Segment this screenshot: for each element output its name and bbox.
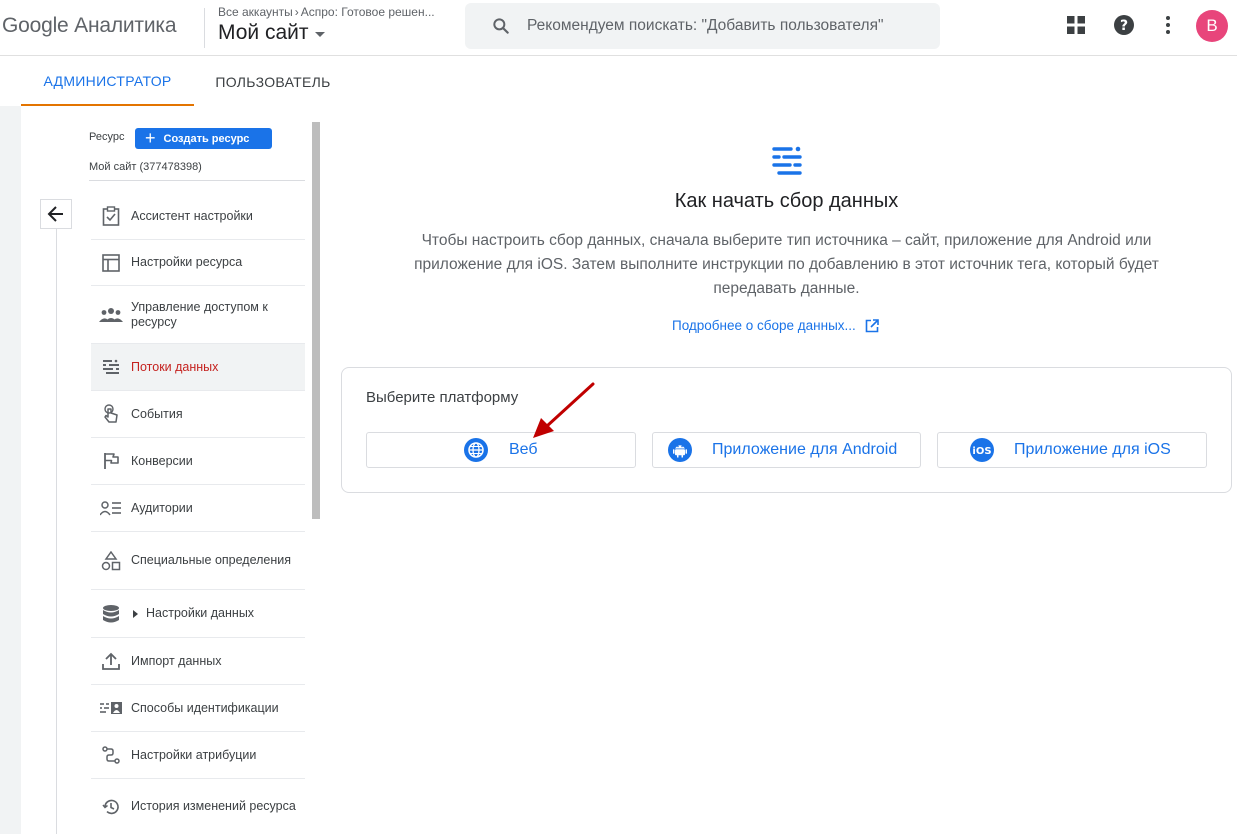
annotation-arrow-icon [533,382,595,438]
page-title: Как начать сбор данных [674,190,899,212]
page-description: Чтобы настроить сбор данных, сначала выб… [414,232,1159,297]
expand-caret-icon[interactable] [133,609,138,618]
sidebar-item-label: Ассистент настройки [131,208,253,223]
nav-guide-line [56,229,57,834]
sidebar-item-reporting-identity[interactable]: Способы идентификации [91,685,305,732]
tab-user[interactable]: ПОЛЬЗОВАТЕЛЬ [194,57,352,106]
history-icon [91,798,131,816]
database-icon [91,604,131,624]
sidebar-item-data-settings[interactable]: Настройки данных [91,590,305,638]
shapes-icon [91,550,131,571]
ios-platform-label: Приложение для iOS [1014,441,1171,458]
back-button[interactable] [40,199,72,229]
breadcrumb-account[interactable]: Аспро: Готовое решен... [301,5,435,19]
dropdown-caret-icon [314,32,325,37]
property-picker[interactable]: Мой сайт [218,21,325,45]
android-platform-button[interactable]: Приложение для Android [652,432,921,468]
sidebar-item-property-settings[interactable]: Настройки ресурса [91,240,305,286]
apps-grid-icon[interactable] [1063,12,1089,38]
android-icon [668,438,692,462]
data-streams-hero-icon [771,145,803,182]
search-bar[interactable]: Рекомендуем поискать: "Добавить пользова… [465,3,940,49]
sidebar-item-events[interactable]: События [91,391,305,438]
search-icon [493,18,509,34]
android-platform-label: Приложение для Android [712,441,898,458]
sidebar-item-label: Импорт данных [131,653,222,668]
layout-icon [91,253,131,272]
breadcrumb-chevron-icon: › [294,5,299,19]
sidebar-item-label: Настройки данных [146,606,255,620]
admin-tabs: АДМИНИСТРАТОР ПОЛЬЗОВАТЕЛЬ [0,57,1237,106]
flag-icon [91,452,131,470]
sidebar-item-label: Конверсии [131,453,193,468]
platform-card [341,367,1232,493]
sidebar-item-label: Потоки данных [131,359,219,374]
sidebar-item-label: Настройки ресурса [131,255,243,269]
sidebar-item-access-management[interactable]: Управление доступом к ресурсу [91,286,305,344]
id-card-icon [91,701,131,715]
plus-icon: + [145,127,156,148]
app-brand[interactable]: Google Аналитика [2,14,176,38]
help-icon[interactable]: ? [1111,12,1137,38]
ios-icon: iOS [970,438,994,462]
breadcrumb-root[interactable]: Все аккаунты [218,5,293,19]
sidebar-item-setup-assistant[interactable]: Ассистент настройки [91,193,305,240]
header-divider [204,8,205,48]
breadcrumb[interactable]: Все аккаунты › Аспро: Готовое решен... [218,5,435,19]
sidebar-item-attribution-settings[interactable]: Настройки атрибуции [91,732,305,779]
property-name: Мой сайт [218,21,309,44]
platform-heading: Выберите платформу [366,389,519,406]
sidebar-item-label: Способы идентификации [131,700,279,715]
tab-administrator[interactable]: АДМИНИСТРАТОР [21,57,194,106]
create-resource-button[interactable]: + Создать ресурс [135,128,272,149]
ios-platform-button[interactable]: iOS Приложение для iOS [937,432,1207,468]
sidebar-item-label: Управление доступом к ресурсу [131,299,268,329]
sidebar-item-data-streams[interactable]: Потоки данных [91,344,305,391]
audience-icon [91,500,131,516]
checklist-icon [91,206,131,226]
arrow-back-icon [47,206,63,222]
sidebar-item-custom-definitions[interactable]: Специальные определения [91,532,305,590]
sidebar-item-conversions[interactable]: Конверсии [91,438,305,485]
open-in-new-icon [865,318,879,332]
account-avatar[interactable]: В [1196,10,1228,42]
sidebar-item-label: История изменений ресурса [131,799,296,813]
globe-icon [464,438,488,462]
sidebar-scrollbar[interactable] [312,122,320,519]
sidebar-item-change-history[interactable]: История изменений ресурса [91,779,305,834]
svg-text:iOS: iOS [972,446,991,457]
upload-icon [91,652,131,670]
sidebar-item-audiences[interactable]: Аудитории [91,485,305,532]
top-app-bar: Google Аналитика Все аккаунты › Аспро: Гот… [0,0,1237,56]
learn-more-link[interactable]: Подробнее о сборе данных... [672,318,879,333]
resource-label: Ресурс [89,131,125,143]
people-icon [91,307,131,323]
learn-more-label: Подробнее о сборе данных... [672,318,856,333]
sidebar-item-label: События [131,406,183,421]
search-placeholder: Рекомендуем поискать: "Добавить пользова… [527,17,884,34]
resource-name[interactable]: Мой сайт (377478398) [89,161,202,173]
more-vert-icon[interactable] [1155,12,1181,38]
sidebar-item-label: Настройки атрибуции [131,747,257,762]
data-streams-icon [91,359,131,375]
sidebar-item-data-import[interactable]: Импорт данных [91,638,305,685]
sidebar-item-label: Аудитории [131,500,193,515]
create-resource-label: Создать ресурс [163,132,250,145]
web-platform-label: Веб [509,441,538,458]
sidebar-item-label: Специальные определения [131,553,292,567]
svg-text:?: ? [1120,18,1128,34]
touch-icon [91,404,131,424]
attribution-icon [91,746,131,764]
resource-divider [89,180,305,181]
